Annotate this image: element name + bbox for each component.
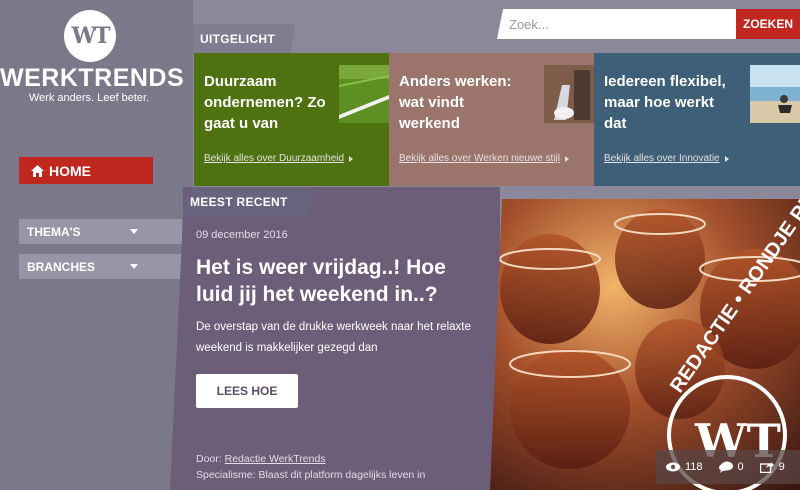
share-icon [759, 462, 774, 473]
logo[interactable]: WT [64, 10, 116, 62]
comments-count: 0 [737, 461, 744, 473]
author-specialism: Specialisme: Blaast dit platform dagelij… [196, 469, 426, 481]
arrow-right-icon [724, 155, 729, 162]
wine-glasses-photo: REDACTIE • RONDJE RE WT [490, 199, 800, 490]
author-prefix: Door: [196, 453, 222, 465]
article-byline: Door: Redactie WerkTrends Specialisme: B… [196, 451, 425, 483]
brand-tagline: Werk anders. Leef beter. [28, 92, 150, 104]
arrow-right-icon [565, 155, 569, 162]
recent-section-label: MEEST RECENT [183, 187, 313, 217]
sneakers-thumbnail [544, 65, 594, 123]
grass-field-thumbnail [339, 65, 389, 123]
views-count: 118 [685, 461, 703, 473]
brand-name[interactable]: WERKTRENDS [0, 64, 184, 93]
beach-thumbnail [750, 65, 800, 123]
search-input[interactable] [497, 9, 736, 39]
comments-stat[interactable]: 0 [718, 461, 744, 473]
featured-title[interactable]: Anders werken: wat vindt werkend [399, 71, 527, 134]
article-stats: 118 0 9 [656, 450, 800, 484]
author-link[interactable]: Redactie WerkTrends [225, 453, 326, 465]
read-more-button[interactable]: LEES HOE [196, 374, 298, 408]
themas-dropdown[interactable]: THEMA'S [19, 219, 182, 244]
views-stat: 118 [666, 461, 703, 473]
home-label: HOME [49, 162, 91, 179]
caret-down-icon [130, 264, 138, 269]
caret-down-icon [130, 229, 138, 234]
logo-text: WT [71, 23, 110, 49]
eye-icon [666, 462, 680, 472]
search-button[interactable]: ZOEKEN [736, 9, 800, 39]
article-image[interactable]: REDACTIE • RONDJE RE WT [490, 199, 800, 490]
featured-title[interactable]: Iedereen flexibel, maar hoe werkt dat [604, 71, 732, 134]
featured-link-text[interactable]: Bekijk alles over Innovatie [604, 153, 720, 164]
featured-card-duurzaamheid[interactable]: Duurzaam ondernemen? Zo gaat u van Bekij… [194, 53, 389, 186]
featured-card-innovatie[interactable]: Iedereen flexibel, maar hoe werkt dat Be… [594, 53, 800, 186]
featured-link[interactable]: Bekijk alles over Duurzaamheid [204, 153, 354, 164]
featured-link-text[interactable]: Bekijk alles over Werken nieuwe stijl [399, 153, 560, 164]
branches-label: BRANCHES [27, 259, 96, 274]
search-bar: ZOEKEN [497, 9, 800, 39]
arrow-right-icon [349, 155, 354, 162]
featured-title[interactable]: Duurzaam ondernemen? Zo gaat u van [204, 71, 332, 134]
featured-link[interactable]: Bekijk alles over Werken nieuwe stijl [399, 153, 569, 164]
themas-label: THEMA'S [27, 224, 81, 239]
article-headline[interactable]: Het is weer vrijdag..! Hoe luid jij het … [196, 254, 476, 308]
article-lead: De overstap van de drukke werkweek naar … [196, 321, 471, 354]
home-button[interactable]: HOME [19, 157, 153, 184]
shares-stat[interactable]: 9 [759, 461, 785, 473]
home-icon [31, 164, 44, 177]
featured-card-werken[interactable]: Anders werken: wat vindt werkend Bekijk … [389, 53, 594, 186]
featured-link[interactable]: Bekijk alles over Innovatie [604, 153, 729, 164]
shares-count: 9 [778, 461, 785, 473]
featured-section-label: UITGELICHT [193, 24, 295, 53]
article-date: 09 december 2016 [196, 229, 288, 241]
featured-link-text[interactable]: Bekijk alles over Duurzaamheid [204, 153, 344, 164]
comments-icon [718, 461, 733, 473]
branches-dropdown[interactable]: BRANCHES [19, 254, 182, 279]
